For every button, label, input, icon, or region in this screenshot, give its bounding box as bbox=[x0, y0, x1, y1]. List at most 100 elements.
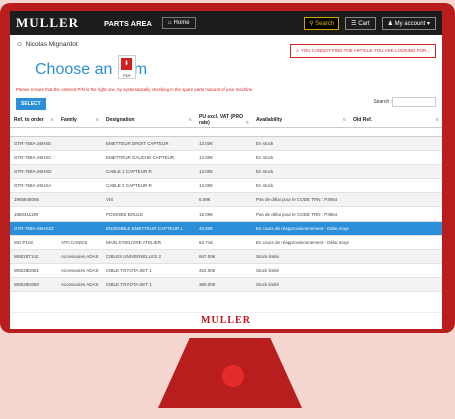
table-cell: GTR-758A-26HXA bbox=[10, 178, 57, 194]
table-cell: Stock limité bbox=[252, 249, 349, 264]
table-cell: MAIN D'OEUVRE ATELIER bbox=[102, 235, 195, 250]
cart-label: Cart bbox=[358, 20, 370, 27]
table-row[interactable]: MO P102 ATH CANKI3 MAIN D'OEUVRE ATELIER 62… bbox=[10, 235, 442, 250]
column-header-price[interactable]: PU excl. VAT (PRO rate) ⇅ bbox=[195, 113, 252, 128]
muller-logo[interactable]: MULLER bbox=[16, 15, 78, 31]
table-cell: 667.00€ bbox=[195, 249, 252, 264]
power-button bbox=[222, 365, 244, 387]
table-cell: En stock bbox=[252, 136, 349, 152]
table-row[interactable]: W8028T142 Accessoires ADAS CIBLES UNIVERSE… bbox=[10, 249, 442, 264]
table-cell: Stock limité bbox=[252, 277, 349, 293]
table-controls: SELECT Search : bbox=[10, 95, 442, 113]
column-header-availability[interactable]: Availability ⇅ bbox=[252, 113, 349, 128]
filter-cell[interactable] bbox=[195, 127, 252, 137]
table-cell: 62.71€ bbox=[195, 235, 252, 250]
footer-logo: MULLER bbox=[10, 312, 442, 329]
table-cell bbox=[349, 277, 442, 293]
account-label: My account bbox=[394, 20, 426, 27]
table-row[interactable]: 1965846065 VIS 6.09€ Pas de délai pour le C… bbox=[10, 192, 442, 208]
table-cell: POIGNEE BOULE bbox=[102, 206, 195, 222]
table-cell bbox=[57, 206, 102, 222]
table-cell: CIBLES UNIVERSELLES 2 bbox=[102, 249, 195, 264]
table-cell: ENSEMBLE EMETTEUR CAPTEUR L bbox=[102, 221, 195, 236]
filter-row bbox=[10, 127, 442, 137]
table-cell: W8028D050 bbox=[10, 277, 57, 293]
column-header-old-ref[interactable]: Old Ref. ⇅ bbox=[349, 113, 442, 128]
table-row[interactable]: GTR-758A-26HXE EMETTEUR DROIT CAPTEUR 13.0… bbox=[10, 136, 442, 152]
page-heading: Choose an item ⬇ PDF bbox=[10, 49, 442, 87]
home-icon: ⌂ bbox=[167, 20, 172, 26]
user-name: Nicolas Mignardot bbox=[25, 40, 78, 48]
filter-cell[interactable] bbox=[57, 127, 102, 137]
table-cell: En stock bbox=[252, 150, 349, 166]
table-row[interactable]: GTR-758A-26HXZZ ENSEMBLE EMETTEUR CAPTEUR… bbox=[10, 221, 442, 236]
parts-table: Ref. to order ⇅ Family ⇅ Designation ⇅ PU e… bbox=[10, 113, 442, 293]
table-cell: Accessoires ADAS bbox=[57, 277, 102, 293]
pn-notice: Please ensure that the ordered P/N is th… bbox=[16, 87, 254, 92]
search-icon: ⚲ bbox=[309, 20, 314, 27]
table-row[interactable]: W8028D081 Accessoires ADAS CIBLE TOYOTA SE… bbox=[10, 263, 442, 278]
table-search-label: Search : bbox=[373, 99, 392, 105]
column-header-family[interactable]: Family ⇅ bbox=[57, 113, 102, 128]
filter-cell[interactable] bbox=[349, 127, 442, 137]
table-cell: En cours de réapprovisionnement - Délai … bbox=[252, 235, 349, 250]
chevron-down-icon: ▾ bbox=[426, 20, 430, 27]
select-button[interactable]: SELECT bbox=[16, 98, 46, 110]
user-icon: ☺ bbox=[16, 40, 23, 48]
table-cell: 13.00€ bbox=[195, 164, 252, 180]
table-cell bbox=[57, 164, 102, 180]
filter-cell[interactable] bbox=[102, 127, 195, 137]
pdf-download-button[interactable]: ⬇ PDF bbox=[118, 55, 136, 79]
table-cell: GTR-758A-26HXZZ bbox=[10, 221, 57, 236]
cart-icon: ☰ bbox=[351, 20, 357, 27]
table-cell bbox=[349, 150, 442, 166]
table-cell bbox=[57, 221, 102, 236]
table-cell bbox=[57, 150, 102, 166]
table-cell bbox=[349, 164, 442, 180]
table-cell: W8028D081 bbox=[10, 263, 57, 278]
table-cell: CIBLE TOYOTA SET 1 bbox=[102, 263, 195, 278]
table-cell bbox=[57, 178, 102, 194]
user-icon: ♟ bbox=[387, 20, 393, 27]
section-title: PARTS AREA bbox=[104, 18, 152, 28]
column-header-ref[interactable]: Ref. to order ⇅ bbox=[10, 113, 57, 128]
table-row[interactable]: W8028D050 Accessoires ADAS CIBLE TOYOTA SE… bbox=[10, 277, 442, 293]
table-cell: 1860411190 bbox=[10, 206, 57, 222]
table-cell bbox=[349, 221, 442, 236]
table-cell bbox=[349, 263, 442, 278]
table-cell: 13.00€ bbox=[195, 178, 252, 194]
pdf-icon: ⬇ bbox=[121, 58, 132, 70]
table-cell: Stock limité bbox=[252, 263, 349, 278]
table-cell: CIBLE TOYOTA SET 1 bbox=[102, 277, 195, 293]
table-cell: 324.00€ bbox=[195, 263, 252, 278]
column-header-designation[interactable]: Designation ⇅ bbox=[102, 113, 195, 128]
table-row[interactable]: GTR-758A-26HXA CABLE 2 CAPTEUR R 13.00€ En … bbox=[10, 178, 442, 194]
table-cell: Accessoires ADAS bbox=[57, 249, 102, 264]
table-cell: 360.00€ bbox=[195, 277, 252, 293]
table-cell: Pas de délai pour le CODE TRN : P3664 bbox=[252, 192, 349, 208]
pdf-label: PDF bbox=[123, 73, 131, 78]
table-cell: MO P102 bbox=[10, 235, 57, 250]
table-row[interactable]: GTR-758A-26HXC EMETTEUR GAUCHE CAPTEUR 13.… bbox=[10, 150, 442, 166]
table-cell bbox=[349, 192, 442, 208]
table-cell bbox=[349, 178, 442, 194]
filter-cell[interactable] bbox=[252, 127, 349, 137]
screen: MULLER PARTS AREA ⌂ Home ⚲ Search ☰ Cart… bbox=[10, 11, 442, 329]
filter-cell[interactable] bbox=[10, 127, 57, 137]
account-button[interactable]: ♟ My account ▾ bbox=[381, 16, 436, 30]
table-row[interactable]: 1860411190 POIGNEE BOULE 16.09€ Pas de déla… bbox=[10, 206, 442, 222]
home-button[interactable]: ⌂ Home bbox=[161, 17, 196, 29]
table-cell: EMETTEUR DROIT CAPTEUR bbox=[102, 136, 195, 152]
table-cell: En stock bbox=[252, 164, 349, 180]
search-button[interactable]: ⚲ Search bbox=[304, 16, 340, 30]
cart-button[interactable]: ☰ Cart bbox=[345, 16, 376, 30]
table-search-input[interactable] bbox=[392, 97, 436, 107]
table-cell: ATH CANKI3 bbox=[57, 235, 102, 250]
top-navbar: MULLER PARTS AREA ⌂ Home ⚲ Search ☰ Cart… bbox=[10, 11, 442, 35]
table-cell: 40.00€ bbox=[195, 221, 252, 236]
table-cell bbox=[349, 249, 442, 264]
table-row[interactable]: GTR-758A-26HXD CABLE 1 CAPTEUR R 13.00€ En … bbox=[10, 164, 442, 180]
table-cell: EMETTEUR GAUCHE CAPTEUR bbox=[102, 150, 195, 166]
home-label: Home bbox=[173, 20, 190, 26]
monitor-frame: MULLER PARTS AREA ⌂ Home ⚲ Search ☰ Cart… bbox=[0, 3, 455, 333]
